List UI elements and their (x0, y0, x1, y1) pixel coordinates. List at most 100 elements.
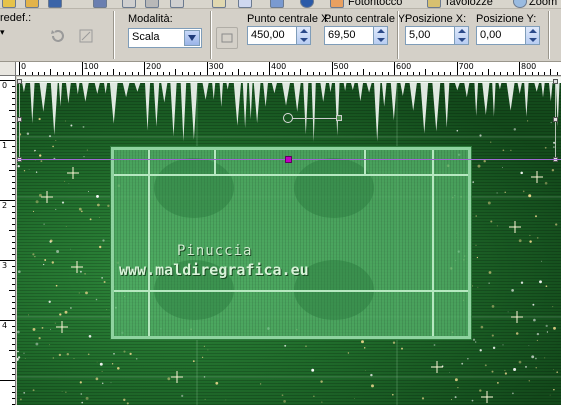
ruler-tick (425, 69, 427, 75)
print-icon[interactable] (122, 0, 136, 8)
vertical-ruler[interactable]: 0 1 2 3 4 (0, 76, 16, 405)
sparkle-dot (520, 171, 523, 175)
sparkle-dot (192, 360, 195, 363)
sparkle-dot (392, 393, 394, 396)
sparkle-dot (80, 393, 83, 395)
sparkle-dot (518, 360, 522, 364)
sparkle-dot (552, 306, 554, 308)
ruler-tick (9, 170, 15, 171)
ruler-tick (12, 224, 15, 225)
paste-icon[interactable] (238, 0, 252, 8)
palettes-icon[interactable] (427, 0, 441, 8)
sparkle-dot (38, 337, 41, 340)
center-y-input[interactable]: 69,50 (324, 26, 388, 45)
sparkle-dot (73, 358, 75, 360)
resize-handle-top-left[interactable] (17, 79, 22, 84)
pos-y-label: Posizione Y: (476, 13, 537, 25)
pos-x-stepper[interactable] (454, 27, 468, 44)
ruler-tick (487, 69, 489, 75)
ruler-tick (87, 72, 89, 75)
ruler-tick (69, 72, 70, 75)
retouch-icon[interactable] (330, 0, 344, 8)
reset-icon[interactable] (46, 24, 70, 48)
zoom-icon[interactable] (513, 0, 527, 8)
sparkle-dot (479, 349, 482, 352)
ruler-tick (231, 72, 233, 75)
center-y-stepper[interactable] (373, 27, 387, 44)
chevron-down-icon[interactable] (184, 30, 200, 46)
star-glint (509, 221, 521, 233)
resize-handle-bottom[interactable] (285, 156, 292, 163)
center-x-stepper[interactable] (296, 27, 310, 44)
save-as-icon[interactable] (93, 0, 107, 8)
sparkle-dot (546, 331, 549, 333)
pos-y-stepper[interactable] (525, 27, 539, 44)
rotation-handle[interactable] (336, 115, 342, 121)
horizontal-ruler[interactable]: 0 100 200 300 400 500 600 700 800 (16, 62, 561, 76)
ruler-tick (137, 72, 139, 75)
ruler-tick (56, 72, 58, 75)
ruler-tick (306, 72, 308, 75)
palettes-label[interactable]: Tavolozze (444, 0, 493, 8)
sparkle-dot (502, 344, 504, 346)
sparkle-dot (480, 325, 484, 329)
copy-icon[interactable] (212, 0, 226, 8)
presets-dropdown-arrow-icon[interactable]: ▾ (0, 27, 5, 38)
info-icon[interactable] (300, 0, 314, 8)
sparkle-dot (321, 401, 323, 403)
mode-select[interactable]: Scala (128, 28, 202, 48)
save-icon[interactable] (48, 0, 62, 8)
rotation-pivot-icon[interactable] (283, 113, 293, 123)
pos-x-label: Posizione X: (405, 13, 467, 25)
sparkle-dot (497, 382, 499, 384)
ruler-tick (12, 176, 15, 177)
ruler-tick (106, 72, 108, 75)
open-folder-icon[interactable] (25, 0, 39, 8)
sparkle-dot (17, 164, 20, 168)
sparkle-dot (536, 339, 538, 341)
pos-y-input[interactable]: 0,00 (476, 26, 540, 45)
ruler-tick (12, 398, 15, 399)
ruler-tick (12, 212, 15, 213)
ruler-tick (12, 242, 15, 243)
image-canvas[interactable]: Pinuccia www.maldiregrafica.eu (17, 77, 561, 405)
resize-handle-left[interactable] (17, 117, 22, 122)
center-x-input[interactable]: 450,00 (247, 26, 311, 45)
sparkle-dot (117, 367, 120, 370)
sparkle-dot (284, 344, 287, 347)
sparkle-dot (556, 371, 558, 374)
new-file-icon[interactable] (2, 0, 16, 8)
undo-icon[interactable] (145, 0, 159, 8)
redo-icon[interactable] (170, 0, 184, 8)
sparkle-dot (23, 392, 26, 394)
ruler-tick (25, 72, 27, 75)
sparkle-dot (38, 193, 42, 197)
sparkle-dot (488, 282, 490, 284)
pos-x-input[interactable]: 5,00 (405, 26, 469, 45)
ruler-tick (506, 72, 508, 75)
tool-options-bar: redef.: ▾ Modalità: Scala Punto centrale… (0, 9, 561, 62)
ruler-tick (450, 72, 452, 75)
ruler-tick (12, 194, 15, 195)
sparkle-dot (392, 341, 396, 344)
resize-handle-top-right[interactable] (553, 79, 558, 84)
star-glint (67, 167, 79, 179)
sparkle-dot (95, 377, 99, 381)
zoom-label[interactable]: Zoom (529, 0, 557, 8)
mode-value: Scala (132, 31, 160, 43)
sparkle-dot (101, 370, 103, 372)
ruler-tick (194, 72, 195, 75)
panel-line (148, 150, 150, 336)
resize-handle-right[interactable] (553, 117, 558, 122)
deform-reset-icon[interactable] (216, 27, 238, 49)
ruler-tick (550, 69, 552, 75)
sparkle-dot (528, 194, 532, 198)
help-icon[interactable] (270, 0, 284, 8)
ruler-tick (525, 72, 527, 75)
sparkle-dot (529, 240, 532, 243)
sparkle-dot (49, 239, 53, 243)
ruler-tick (12, 152, 15, 153)
apply-deform-icon[interactable] (74, 24, 98, 48)
retouch-label[interactable]: Fotoritocco (348, 0, 402, 8)
star-glint (171, 371, 183, 383)
